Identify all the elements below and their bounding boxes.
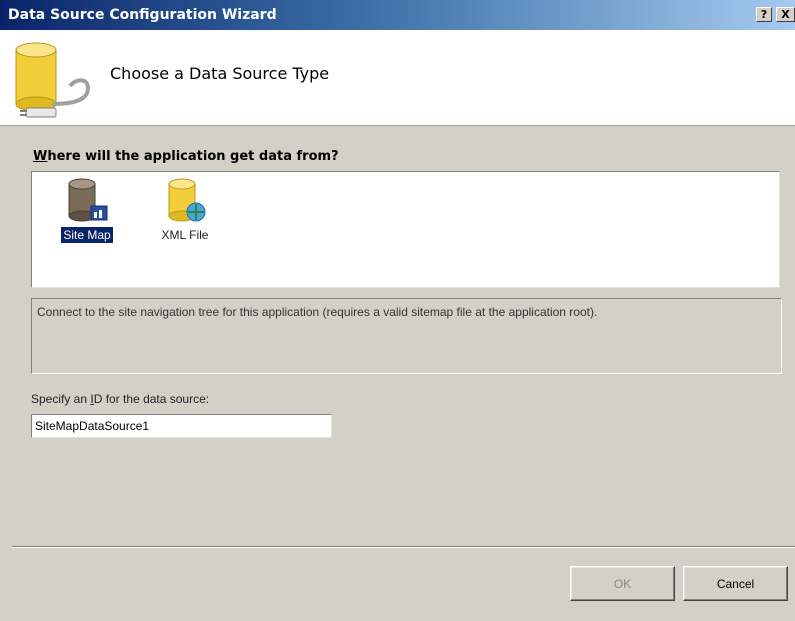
prompt-text: here will the application get data from?	[47, 149, 339, 164]
source-item-site-map[interactable]: Site Map	[52, 178, 122, 244]
data-source-id-input[interactable]	[31, 414, 332, 438]
source-item-label: XML File	[161, 228, 209, 242]
id-label-part: D for the data source:	[93, 392, 210, 406]
data-source-list[interactable]: Site Map XML File	[31, 171, 780, 288]
page-title: Choose a Data Source Type	[110, 64, 330, 83]
source-item-label: Site Map	[60, 226, 114, 244]
source-item-xml-file[interactable]: XML File	[150, 178, 220, 243]
database-plug-icon	[15, 42, 91, 118]
wizard-header: Choose a Data Source Type	[0, 30, 795, 126]
description-box: Connect to the site navigation tree for …	[31, 298, 782, 374]
ok-button[interactable]: OK	[570, 566, 675, 601]
id-label-part: Specify an	[31, 392, 91, 406]
sitemap-database-icon	[68, 178, 108, 222]
title-bar[interactable]: Data Source Configuration Wizard ? X	[0, 0, 795, 30]
id-field-label: Specify an ID for the data source:	[31, 392, 209, 406]
help-button[interactable]: ?	[756, 7, 772, 22]
xml-database-icon	[168, 178, 206, 222]
cancel-button[interactable]: Cancel	[683, 566, 788, 601]
wizard-dialog: Data Source Configuration Wizard ? X Cho…	[0, 0, 795, 621]
window-title: Data Source Configuration Wizard	[8, 7, 277, 23]
footer-separator	[12, 546, 795, 548]
source-prompt-label: Where will the application get data from…	[33, 149, 339, 164]
close-button[interactable]: X	[776, 7, 795, 22]
prompt-mnemonic: W	[33, 149, 48, 164]
